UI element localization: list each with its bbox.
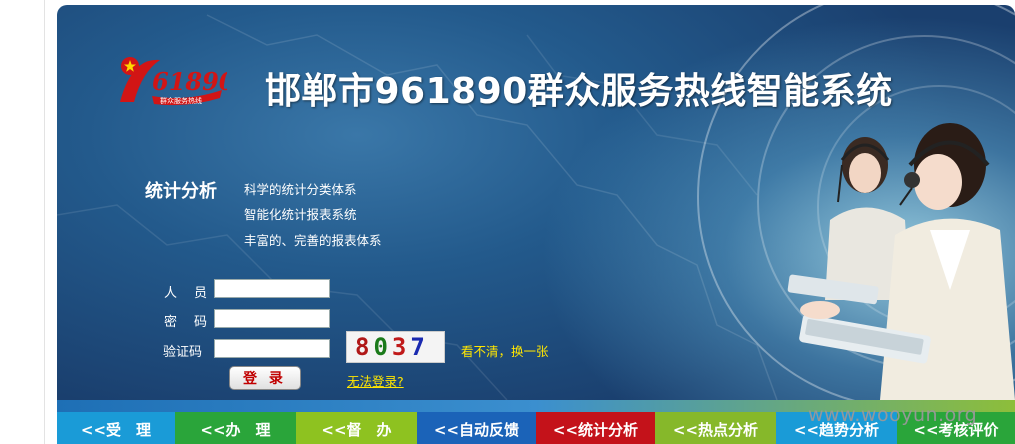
nav-item-auto-feedback[interactable]: <<自动反馈 bbox=[417, 412, 536, 444]
feature-item: 科学的统计分类体系 bbox=[244, 182, 357, 197]
hotline-logo: 61890 群众服务热线 bbox=[120, 57, 227, 106]
logo-number: 61890 bbox=[152, 67, 227, 96]
watermark-text: www.wooyun.org bbox=[808, 404, 978, 426]
feature-item: 丰富的、完善的报表体系 bbox=[244, 233, 382, 248]
feature-item: 智能化统计报表系统 bbox=[244, 207, 357, 222]
section-title: 统计分析 bbox=[145, 181, 217, 202]
captcha-image[interactable]: 8037 bbox=[346, 331, 445, 363]
nav-item-accept[interactable]: <<受 理 bbox=[57, 412, 175, 444]
captcha-char: 0 bbox=[373, 333, 392, 361]
password-label: 密 码 bbox=[164, 315, 210, 330]
nav-item-hotspot-analysis[interactable]: <<热点分析 bbox=[655, 412, 776, 444]
captcha-input[interactable] bbox=[214, 339, 330, 358]
call-center-operators-illustration bbox=[787, 123, 1015, 400]
logo-tagline: 群众服务热线 bbox=[160, 96, 202, 105]
nav-item-handle[interactable]: <<办 理 bbox=[175, 412, 296, 444]
nav-item-statistics[interactable]: <<统计分析 bbox=[536, 412, 655, 444]
captcha-char: 3 bbox=[391, 333, 411, 361]
nav-item-supervise[interactable]: <<督 办 bbox=[296, 412, 417, 444]
user-input[interactable] bbox=[214, 279, 330, 298]
captcha-char: 7 bbox=[410, 333, 429, 361]
page: 61890 群众服务热线 邯郸市961890群众服务热线智能系统 统计分析 科学… bbox=[0, 0, 1015, 444]
password-input[interactable] bbox=[214, 309, 330, 328]
cannot-login-link[interactable]: 无法登录? bbox=[347, 371, 404, 390]
captcha-label: 验证码 bbox=[163, 345, 203, 360]
refresh-captcha-link[interactable]: 看不清，换一张 bbox=[461, 341, 549, 360]
app-title: 邯郸市961890群众服务热线智能系统 bbox=[265, 71, 893, 112]
user-label: 人 员 bbox=[164, 286, 210, 301]
login-button[interactable]: 登 录 bbox=[229, 366, 301, 390]
captcha-char: 8 bbox=[355, 333, 374, 361]
